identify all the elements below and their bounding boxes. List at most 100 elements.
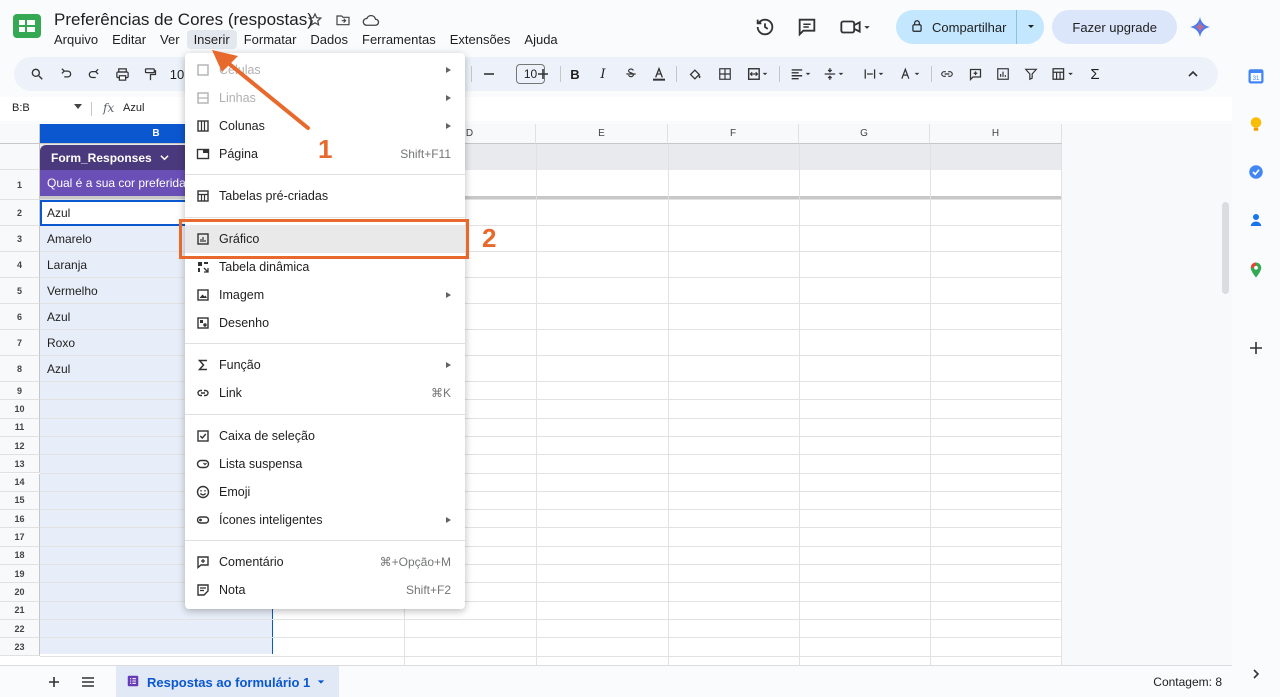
share-dropdown-button[interactable] (1016, 10, 1045, 44)
table-cell[interactable]: Azul (40, 356, 190, 382)
menu-item-dropdown-list[interactable]: Lista suspensa (185, 450, 465, 478)
row-header[interactable]: 1 (0, 170, 40, 200)
insert-chart-icon[interactable] (994, 65, 1012, 83)
text-rotation-icon[interactable] (896, 65, 924, 83)
text-color-icon[interactable] (650, 65, 668, 83)
vertical-align-icon[interactable] (820, 65, 848, 83)
cloud-status-icon[interactable] (362, 11, 380, 29)
menu-item-checkbox[interactable]: Caixa de seleção (185, 422, 465, 450)
text-wrapping-icon[interactable] (860, 65, 888, 83)
calendar-icon[interactable]: 31 (1246, 66, 1266, 86)
menu-item-smart-chips[interactable]: Ícones inteligentes (185, 506, 465, 534)
menu-ferramentas[interactable]: Ferramentas (355, 30, 443, 49)
keep-icon[interactable] (1246, 114, 1266, 134)
selection-count[interactable]: Contagem: 8 (1153, 675, 1222, 689)
increase-font-size-icon[interactable] (534, 65, 552, 83)
row-header[interactable]: 11 (0, 418, 40, 437)
row-header[interactable]: 7 (0, 330, 40, 356)
meet-icon[interactable] (836, 14, 876, 40)
name-box[interactable]: B:B (12, 102, 30, 114)
table-header-cell[interactable]: Qual é a sua cor preferida? (40, 170, 190, 196)
gemini-icon[interactable] (1189, 16, 1211, 38)
maps-icon[interactable] (1246, 260, 1266, 280)
undo-icon[interactable] (57, 65, 75, 83)
add-on-plus-icon[interactable] (1246, 338, 1266, 358)
row-header[interactable]: 22 (0, 619, 40, 639)
row-header[interactable]: 23 (0, 638, 40, 657)
menu-editar[interactable]: Editar (105, 30, 153, 49)
borders-icon[interactable] (716, 65, 734, 83)
bold-icon[interactable]: B (566, 65, 584, 83)
menu-item-drawing[interactable]: Desenho (185, 309, 465, 337)
formula-input[interactable]: Azul (123, 102, 144, 114)
menu-ver[interactable]: Ver (153, 30, 187, 49)
row-header[interactable]: 17 (0, 528, 40, 547)
row-header[interactable]: 21 (0, 601, 40, 620)
name-box-dropdown-icon[interactable] (74, 104, 82, 109)
menu-arquivo[interactable]: Arquivo (47, 30, 105, 49)
sheet-tab-respostas[interactable]: Respostas ao formulário 1 (116, 666, 340, 697)
select-all-corner[interactable] (0, 124, 40, 144)
menu-formatar[interactable]: Formatar (237, 30, 304, 49)
sheets-logo-icon[interactable] (13, 14, 41, 38)
table-cell[interactable]: Azul (40, 304, 190, 330)
decrease-font-size-icon[interactable] (480, 65, 498, 83)
search-menus-icon[interactable] (28, 65, 46, 83)
strikethrough-icon[interactable] (622, 65, 640, 83)
paint-format-icon[interactable] (141, 65, 159, 83)
horizontal-align-icon[interactable] (787, 65, 815, 83)
row-header[interactable]: 13 (0, 455, 40, 474)
menu-item-link[interactable]: Link ⌘K (185, 379, 465, 407)
menu-inserir[interactable]: Inserir (186, 30, 237, 49)
table-cell[interactable]: Amarelo (40, 226, 190, 252)
row-header[interactable]: 5 (0, 278, 40, 304)
comments-icon[interactable] (794, 14, 820, 40)
menu-item-sigma[interactable]: Função (185, 351, 465, 379)
menu-extensoes[interactable]: Extensões (443, 30, 518, 49)
upgrade-button[interactable]: Fazer upgrade (1052, 10, 1177, 44)
row-header[interactable]: 6 (0, 304, 40, 330)
share-button[interactable]: Compartilhar (896, 10, 1017, 44)
fill-color-icon[interactable] (686, 65, 704, 83)
star-icon[interactable] (306, 11, 324, 29)
version-history-icon[interactable] (752, 14, 778, 40)
table-cell[interactable]: Laranja (40, 252, 190, 278)
menu-item-note[interactable]: Nota Shift+F2 (185, 576, 465, 604)
menu-ajuda[interactable]: Ajuda (517, 30, 564, 49)
menu-item-emoji[interactable]: Emoji (185, 478, 465, 506)
table-cell[interactable]: Vermelho (40, 278, 190, 304)
menu-dados[interactable]: Dados (303, 30, 355, 49)
menu-item-image[interactable]: Imagem (185, 281, 465, 309)
row-header[interactable]: 15 (0, 491, 40, 511)
merge-cells-icon[interactable] (744, 65, 772, 83)
table-name-chip[interactable]: Form_Responses (40, 145, 190, 170)
contacts-icon[interactable] (1246, 210, 1266, 230)
move-folder-icon[interactable] (334, 11, 352, 29)
filter-views-icon[interactable] (1048, 65, 1078, 83)
row-header[interactable]: 3 (0, 226, 40, 252)
all-sheets-icon[interactable] (80, 674, 96, 690)
table-cell[interactable]: Roxo (40, 330, 190, 356)
row-header[interactable]: 10 (0, 400, 40, 419)
column-header-f[interactable]: F (668, 124, 799, 144)
filter-icon[interactable] (1022, 65, 1040, 83)
redo-icon[interactable] (85, 65, 103, 83)
column-header-e[interactable]: E (536, 124, 668, 144)
tasks-icon[interactable] (1246, 162, 1266, 182)
row-header[interactable]: 14 (0, 473, 40, 492)
row-header[interactable]: 18 (0, 546, 40, 565)
italic-icon[interactable]: I (594, 65, 612, 83)
row-header[interactable]: 9 (0, 382, 40, 401)
column-header-g[interactable]: G (799, 124, 930, 144)
document-title[interactable]: Preferências de Cores (respostas) (54, 10, 313, 30)
table-cell[interactable]: Azul (40, 200, 190, 226)
expand-panel-icon[interactable] (1246, 664, 1266, 684)
row-header[interactable]: 16 (0, 510, 40, 529)
row-header[interactable]: 20 (0, 583, 40, 602)
row-header[interactable]: 12 (0, 436, 40, 456)
insert-comment-icon[interactable] (966, 65, 984, 83)
menu-item-comment[interactable]: Comentário ⌘+Opção+M (185, 548, 465, 576)
menu-item-table[interactable]: Tabelas pré-criadas (185, 182, 465, 210)
row-header[interactable]: 4 (0, 252, 40, 278)
zoom-select[interactable]: 10 (168, 65, 186, 83)
